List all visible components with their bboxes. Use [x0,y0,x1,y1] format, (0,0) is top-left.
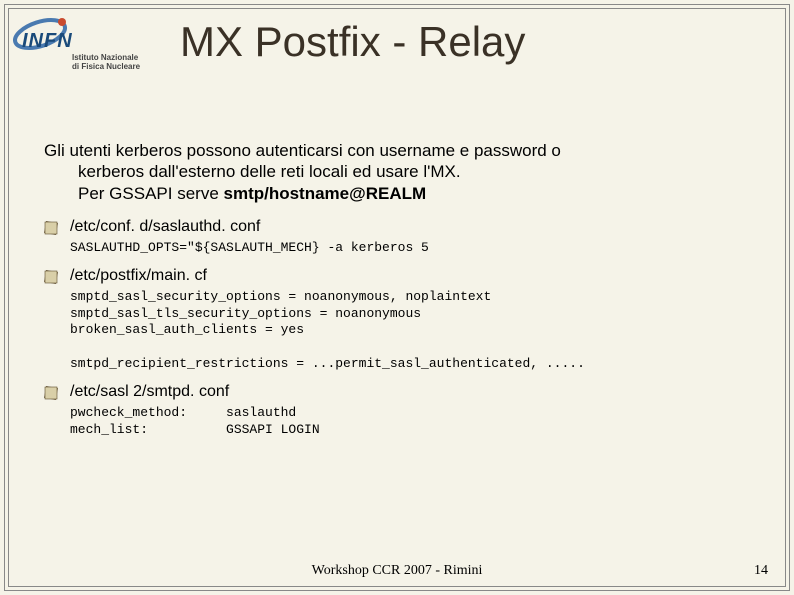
bullet-item: /etc/conf. d/saslauthd. conf [44,218,750,236]
slide-content: Gli utenti kerberos possono autenticarsi… [44,140,750,449]
code-block: smptd_sasl_security_options = noanonymou… [70,289,750,373]
slide-title: MX Postfix - Relay [180,18,525,66]
infn-logo: INFN Istituto Nazionale di Fisica Nuclea… [14,14,164,74]
code-block: SASLAUTHD_OPTS="${SASLAUTH_MECH} -a kerb… [70,240,750,257]
bullet-icon [44,221,58,235]
file-path: /etc/sasl 2/smtpd. conf [70,383,229,401]
footer-text: Workshop CCR 2007 - Rimini [0,563,794,579]
bullet-item: /etc/postfix/main. cf [44,267,750,285]
page-number: 14 [754,563,768,579]
code-block: pwcheck_method: saslauthd mech_list: GSS… [70,405,750,439]
bullet-item: /etc/sasl 2/smtpd. conf [44,383,750,401]
bullet-icon [44,386,58,400]
file-path: /etc/postfix/main. cf [70,267,207,285]
intro-paragraph: Gli utenti kerberos possono autenticarsi… [44,140,750,204]
logo-acronym: INFN [22,30,73,53]
logo-subtitle: Istituto Nazionale di Fisica Nucleare [72,54,140,72]
file-path: /etc/conf. d/saslauthd. conf [70,218,260,236]
bullet-icon [44,270,58,284]
